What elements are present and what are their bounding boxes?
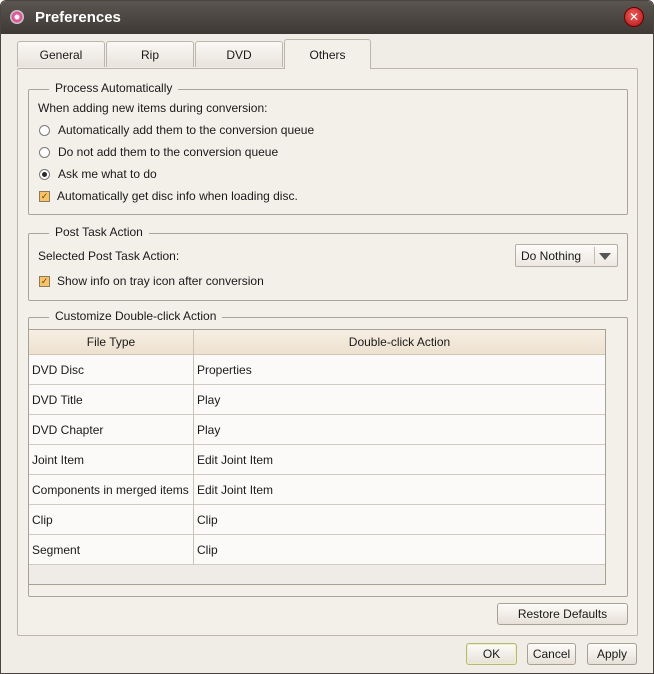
cell-action[interactable]: Clip (197, 535, 218, 564)
chevron-down-icon[interactable] (599, 253, 611, 260)
disc-icon (10, 10, 24, 24)
column-header-action[interactable]: Double-click Action (194, 330, 605, 354)
cell-file-type: Joint Item (32, 452, 85, 467)
table-row[interactable]: DVD Title Play (29, 385, 605, 415)
radio-button[interactable] (39, 146, 50, 158)
cell-file-type: DVD Title (32, 392, 83, 407)
close-button[interactable]: ✕ (624, 7, 644, 27)
tab-rip[interactable]: Rip (106, 41, 194, 67)
title-bar[interactable]: Preferences ✕ (1, 1, 653, 34)
cell-action[interactable]: Clip (197, 505, 218, 534)
cell-action[interactable]: Edit Joint Item (197, 445, 273, 474)
radio-do-not-add[interactable]: Do not add them to the conversion queue (39, 145, 278, 159)
tab-label: DVD (226, 47, 252, 62)
close-icon: ✕ (628, 10, 640, 24)
table-row[interactable]: Segment Clip (29, 535, 605, 565)
table-row[interactable]: Components in merged items Edit Joint It… (29, 475, 605, 505)
checkbox-label: Automatically get disc info when loading… (57, 189, 298, 203)
combo-divider (594, 247, 595, 264)
column-divider (193, 330, 194, 564)
tab-label: Others (309, 47, 346, 62)
preferences-window: Preferences ✕ General Rip DVD Others Pro… (0, 0, 654, 674)
table-row[interactable]: Clip Clip (29, 505, 605, 535)
restore-defaults-button[interactable]: Restore Defaults (497, 603, 628, 625)
apply-button[interactable]: Apply (587, 643, 637, 665)
checkmark-icon[interactable]: ✓ (39, 275, 50, 287)
process-prompt: When adding new items during conversion: (38, 101, 268, 115)
cell-file-type: Segment (32, 542, 81, 557)
cancel-button[interactable]: Cancel (527, 643, 576, 665)
ok-button[interactable]: OK (466, 643, 517, 665)
disc-info-checkbox[interactable]: ✓ Automatically get disc info when loadi… (39, 189, 298, 203)
tab-others[interactable]: Others (284, 39, 371, 69)
radio-label: Do not add them to the conversion queue (58, 145, 279, 159)
tab-label: General (39, 47, 83, 62)
checkbox-label: Show info on tray icon after conversion (57, 274, 264, 288)
group-legend: Process Automatically (49, 81, 179, 95)
tab-dvd[interactable]: DVD (195, 41, 283, 67)
radio-button[interactable] (39, 124, 50, 136)
cell-file-type: Components in merged items (32, 482, 189, 497)
tab-label: Rip (140, 47, 159, 62)
double-click-table: File Type Double-click Action DVD Disc P… (28, 329, 606, 585)
cell-action[interactable]: Play (197, 385, 220, 414)
cell-action[interactable]: Edit Joint Item (197, 475, 273, 504)
table-row[interactable]: Joint Item Edit Joint Item (29, 445, 605, 475)
radio-ask-me[interactable]: Ask me what to do (39, 167, 157, 181)
tray-info-checkbox[interactable]: ✓ Show info on tray icon after conversio… (39, 274, 264, 288)
tab-general[interactable]: General (17, 41, 105, 67)
window-title: Preferences (35, 9, 121, 26)
radio-label: Automatically add them to the conversion… (58, 123, 315, 137)
select-value: Do Nothing (521, 249, 582, 263)
cell-file-type: DVD Chapter (32, 422, 104, 437)
cell-file-type: DVD Disc (32, 362, 85, 377)
radio-button-selected[interactable] (39, 168, 50, 180)
post-task-select[interactable]: Do Nothing (515, 244, 618, 267)
radio-auto-add[interactable]: Automatically add them to the conversion… (39, 123, 314, 137)
post-task-label: Selected Post Task Action: (38, 249, 180, 263)
checkmark-icon[interactable]: ✓ (39, 190, 50, 202)
cell-action[interactable]: Play (197, 415, 220, 444)
cell-file-type: Clip (32, 512, 53, 527)
cell-action[interactable]: Properties (197, 355, 252, 384)
group-legend: Customize Double-click Action (49, 309, 223, 323)
tab-panel-others: Process Automatically When adding new it… (17, 68, 638, 636)
table-header: File Type Double-click Action (29, 330, 605, 355)
group-legend: Post Task Action (49, 225, 149, 239)
table-row[interactable]: DVD Chapter Play (29, 415, 605, 445)
radio-label: Ask me what to do (58, 167, 157, 181)
table-row[interactable]: DVD Disc Properties (29, 355, 605, 385)
column-header-file-type[interactable]: File Type (29, 330, 193, 354)
